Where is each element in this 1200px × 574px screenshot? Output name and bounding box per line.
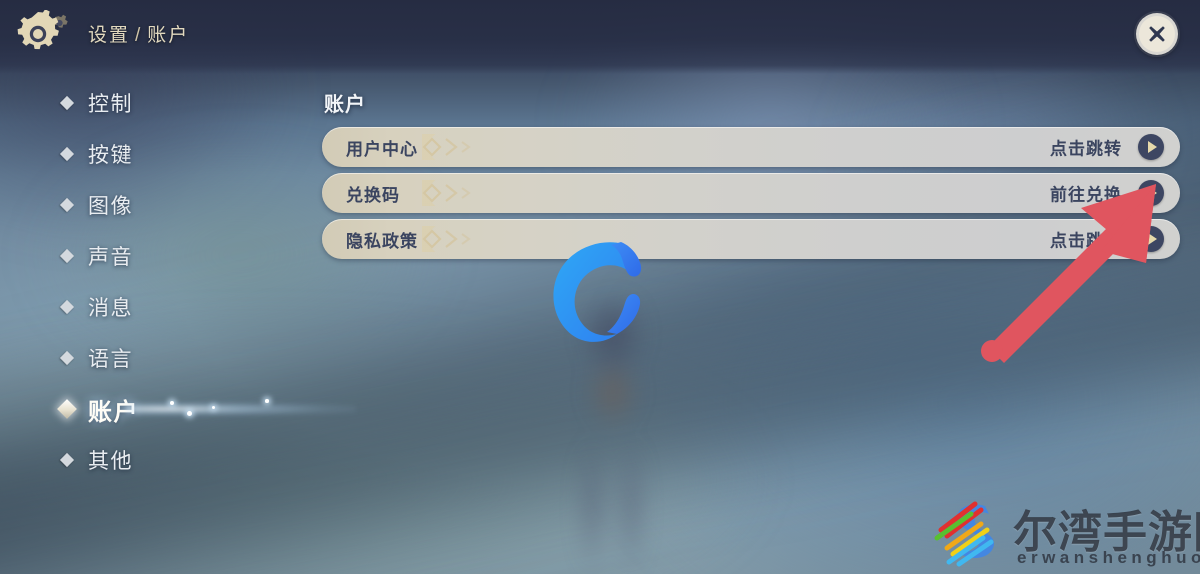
gear-icon bbox=[14, 9, 76, 60]
row-action-label: 点击跳转 bbox=[1050, 231, 1122, 251]
sidebar-item-audio[interactable]: 声音 bbox=[59, 243, 292, 269]
page-title: 账户 bbox=[324, 94, 366, 116]
row-decoration bbox=[422, 137, 471, 157]
watermark: 尔湾手游网 erwanshenghuo.com bbox=[933, 492, 1200, 574]
sidebar-item-label: 按键 bbox=[88, 144, 133, 167]
sidebar-item-keys[interactable]: 按键 bbox=[59, 141, 292, 167]
sidebar-item-account[interactable]: 账户 bbox=[57, 396, 356, 426]
sparkle-icon bbox=[212, 406, 215, 409]
row-label: 兑换码 bbox=[346, 185, 400, 205]
row-user-center[interactable]: 用户中心 点击跳转 bbox=[322, 127, 1180, 167]
diamond-bullet-icon bbox=[59, 197, 75, 213]
diamond-bullet-icon bbox=[59, 299, 75, 315]
chevron-right-icon[interactable] bbox=[1138, 226, 1164, 252]
diamond-bullet-icon bbox=[59, 146, 75, 162]
c-logo-icon bbox=[543, 232, 653, 344]
sidebar-item-label: 控制 bbox=[88, 93, 133, 116]
row-decoration bbox=[422, 229, 471, 249]
sidebar-item-messages[interactable]: 消息 bbox=[59, 294, 292, 320]
row-decoration bbox=[422, 183, 471, 203]
site-logo-icon bbox=[934, 501, 995, 567]
chevron-right-icon[interactable] bbox=[1138, 180, 1164, 206]
sparkle-icon bbox=[187, 411, 192, 416]
sidebar-item-label: 图像 bbox=[88, 195, 133, 218]
row-label: 用户中心 bbox=[346, 139, 418, 159]
sidebar-item-label: 其他 bbox=[88, 450, 133, 473]
sparkle-icon bbox=[265, 399, 269, 403]
sidebar-item-label: 声音 bbox=[88, 246, 133, 269]
sidebar-item-label: 账户 bbox=[88, 398, 139, 426]
sidebar-item-label: 语言 bbox=[88, 348, 133, 371]
header: 设置 / 账户 bbox=[0, 0, 1200, 74]
row-label: 隐私政策 bbox=[346, 231, 418, 251]
diamond-bullet-icon bbox=[59, 95, 75, 111]
breadcrumb-root[interactable]: 设置 bbox=[88, 25, 130, 46]
breadcrumb-current: 账户 bbox=[147, 25, 190, 46]
row-action-label: 前往兑换 bbox=[1050, 185, 1122, 205]
row-privacy-policy[interactable]: 隐私政策 点击跳转 bbox=[322, 219, 1180, 259]
sidebar-item-language[interactable]: 语言 bbox=[59, 345, 292, 371]
close-icon bbox=[1149, 26, 1165, 42]
sidebar-item-label: 消息 bbox=[88, 297, 133, 320]
breadcrumb-separator: / bbox=[135, 25, 143, 46]
main-content: 账户 用户中心 点击跳转 兑换码 前往兑换 隐私政策 点击跳转 bbox=[322, 88, 1182, 265]
diamond-bullet-icon bbox=[59, 248, 75, 264]
diamond-bullet-icon bbox=[59, 350, 75, 366]
sidebar: 控制 按键 图像 声音 消息 语言 账户 其他 bbox=[57, 90, 356, 498]
close-button[interactable] bbox=[1136, 13, 1178, 55]
diamond-bullet-icon bbox=[59, 452, 75, 468]
row-redeem-code[interactable]: 兑换码 前往兑换 bbox=[322, 173, 1180, 213]
watermark-site-url: erwanshenghuo.com bbox=[1017, 548, 1200, 567]
chevron-right-icon[interactable] bbox=[1138, 134, 1164, 160]
sidebar-item-graphics[interactable]: 图像 bbox=[59, 192, 292, 218]
row-action-label: 点击跳转 bbox=[1050, 139, 1122, 159]
sparkle-icon bbox=[170, 401, 174, 405]
sidebar-item-control[interactable]: 控制 bbox=[59, 90, 292, 116]
sidebar-item-other[interactable]: 其他 bbox=[59, 447, 292, 473]
breadcrumb: 设置 / 账户 bbox=[88, 20, 189, 47]
